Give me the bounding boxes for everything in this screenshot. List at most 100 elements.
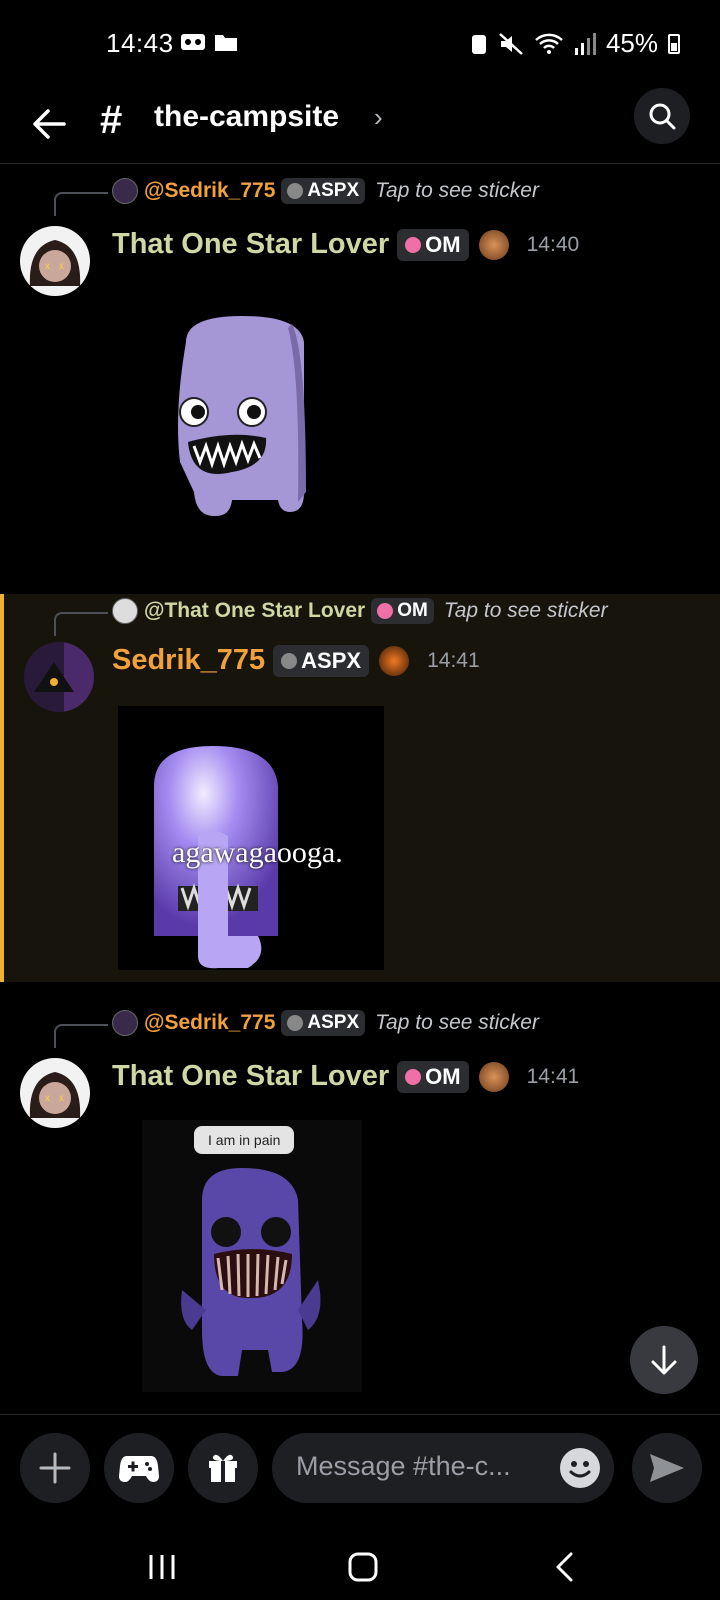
message-1[interactable]: @Sedrik_775 ASPX Tap to see sticker xx T… (0, 172, 720, 590)
purple-creature-pain-sticker (181, 1168, 321, 1376)
moon-icon (281, 652, 298, 669)
gift-button[interactable] (188, 1433, 258, 1503)
reply-connector (54, 192, 108, 216)
reply-connector (54, 612, 108, 636)
skull-icon (377, 603, 394, 619)
role-tag-label: ASPX (301, 647, 362, 673)
activities-button[interactable] (104, 1433, 174, 1503)
status-time: 14:43 (106, 28, 174, 58)
avatar[interactable]: xx (20, 226, 90, 296)
folder-icon (215, 35, 237, 51)
emoji-button[interactable] (560, 1448, 600, 1488)
badge-icon (379, 645, 410, 676)
avatar-image: xx (20, 226, 90, 296)
role-tag: ASPX (273, 644, 370, 677)
reply-preview[interactable]: @That One Star Lover OM Tap to see stick… (112, 598, 608, 624)
role-tag-label: OM (425, 1063, 461, 1089)
role-tag: OM (397, 228, 469, 261)
message-composer (0, 1414, 720, 1534)
status-right: 45% (470, 28, 680, 59)
signal-icon (574, 32, 596, 55)
author-line: Sedrik_775 ASPX 14:41 (112, 644, 480, 677)
role-tag: OM (371, 598, 434, 624)
avatar[interactable]: xx (20, 1058, 90, 1128)
home-button[interactable] (333, 1544, 393, 1590)
author-line: That One Star Lover OM 14:41 (112, 1060, 579, 1093)
role-tag: OM (397, 1060, 469, 1093)
message-input-box[interactable] (272, 1433, 614, 1503)
svg-text:x: x (59, 261, 64, 272)
recents-button[interactable] (132, 1544, 192, 1590)
timestamp: 14:41 (526, 1064, 580, 1088)
search-button[interactable] (634, 88, 690, 144)
svg-text:x: x (45, 1093, 50, 1104)
arrow-down-icon (651, 1345, 677, 1375)
badge-icon (478, 229, 509, 260)
reply-avatar (112, 598, 138, 624)
home-icon (348, 1552, 378, 1582)
message-3[interactable]: @Sedrik_775 ASPX Tap to see sticker xx T… (0, 1004, 720, 1404)
back-nav-button[interactable] (534, 1544, 594, 1590)
arrow-left-icon (33, 109, 66, 139)
back-button[interactable] (28, 102, 72, 146)
chevron-right-icon[interactable]: › (374, 102, 383, 133)
skull-icon (405, 1068, 422, 1085)
moon-icon (287, 183, 304, 199)
mute-icon (499, 32, 523, 55)
gamepad-icon (119, 1456, 159, 1482)
role-tag-label: ASPX (307, 1012, 360, 1033)
author-name[interactable]: Sedrik_775 (112, 644, 265, 677)
role-tag: ASPX (281, 1010, 366, 1036)
reply-preview[interactable]: @Sedrik_775 ASPX Tap to see sticker (112, 1010, 539, 1036)
message-input[interactable] (296, 1451, 536, 1482)
timestamp: 14:40 (526, 232, 580, 256)
purple-creature-sticker (178, 316, 306, 517)
recycle-icon (471, 34, 486, 54)
sticker[interactable] (172, 312, 322, 522)
role-tag: ASPX (281, 178, 366, 204)
hash-icon: # (100, 98, 123, 142)
svg-text:x: x (45, 261, 50, 272)
reply-text: Tap to see sticker (375, 179, 539, 202)
avatar-image (24, 642, 94, 712)
message-2[interactable]: @That One Star Lover OM Tap to see stick… (0, 594, 720, 982)
gift-icon (209, 1454, 237, 1482)
author-name[interactable]: That One Star Lover (112, 228, 389, 261)
reply-avatar (112, 1010, 138, 1036)
reply-connector (54, 1024, 108, 1048)
sticker-caption: agawagaooga. (172, 836, 343, 869)
status-left-icons (180, 32, 238, 52)
add-button[interactable] (20, 1433, 90, 1503)
voicemail-icon (181, 34, 205, 50)
reply-mention: @Sedrik_775 (144, 179, 276, 202)
badge-icon (478, 1061, 509, 1092)
sticker[interactable]: I am in pain (142, 1120, 362, 1392)
channel-header: # the-campsite › (0, 88, 720, 164)
author-name[interactable]: That One Star Lover (112, 1060, 389, 1093)
chevron-left-icon (556, 1552, 573, 1582)
skull-icon (405, 236, 422, 253)
moon-icon (287, 1015, 304, 1031)
avatar[interactable] (24, 642, 94, 712)
svg-text:x: x (59, 1093, 64, 1104)
role-tag-label: OM (397, 600, 428, 621)
channel-name[interactable]: the-campsite (154, 100, 339, 134)
reply-preview[interactable]: @Sedrik_775 ASPX Tap to see sticker (112, 178, 539, 204)
reply-mention: @That One Star Lover (144, 599, 366, 622)
reply-avatar (112, 178, 138, 204)
role-tag-label: ASPX (307, 180, 360, 201)
smiley-icon (569, 1461, 591, 1478)
reply-text: Tap to see sticker (443, 599, 608, 622)
battery-percent: 45% (605, 28, 658, 58)
author-line: That One Star Lover OM 14:40 (112, 228, 579, 261)
timestamp: 14:41 (427, 648, 480, 672)
sticker[interactable]: agawagaooga. (118, 706, 384, 970)
recents-icon (149, 1555, 175, 1579)
reply-mention: @Sedrik_775 (144, 1011, 276, 1034)
send-button[interactable] (632, 1433, 702, 1503)
role-tag-label: OM (425, 231, 461, 257)
search-icon (649, 103, 676, 130)
scroll-to-bottom-button[interactable] (630, 1326, 698, 1394)
system-nav-bar (0, 1534, 720, 1600)
battery-icon (668, 33, 680, 54)
